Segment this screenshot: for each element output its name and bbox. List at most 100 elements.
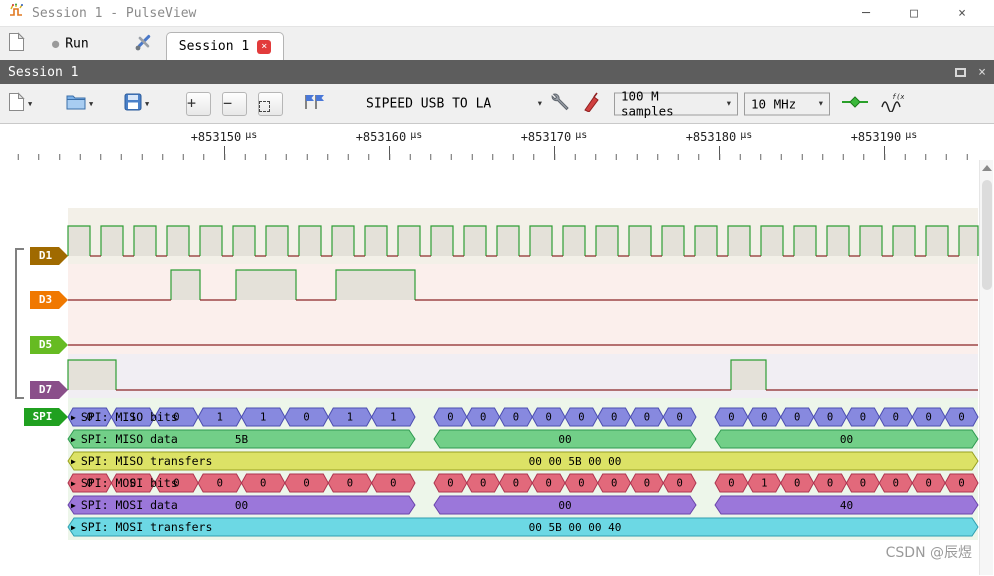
svg-text:00 5B 00 00 40: 00 5B 00 00 40 <box>529 521 622 534</box>
decoder-label-SPI[interactable]: SPI <box>24 408 68 426</box>
svg-text:0: 0 <box>728 412 734 424</box>
decoder-row-label[interactable]: ▶ SPI: MISO data <box>71 432 178 447</box>
decoder-row-label[interactable]: ▶ SPI: MOSI data <box>71 498 178 513</box>
svg-text:0: 0 <box>827 478 833 490</box>
zoom-fit-icon <box>259 100 270 112</box>
pulseview-logo-icon <box>8 3 24 23</box>
svg-text:00: 00 <box>558 499 571 512</box>
sample-count-value: 100 M samples <box>621 88 674 119</box>
add-decoder-button[interactable] <box>842 95 868 113</box>
decoder-row-label[interactable]: ▶ SPI: MOSI transfers <box>71 520 212 535</box>
pulseview-window: Session 1 - PulseView ─ □ × ● Run Sessio… <box>0 0 994 576</box>
svg-text:0: 0 <box>480 478 486 490</box>
new-view-icon <box>8 91 25 116</box>
sample-rate-select[interactable]: 10 MHz ▼ <box>744 92 830 115</box>
save-button[interactable]: ▼ <box>124 93 149 115</box>
tools-icon <box>134 32 154 56</box>
svg-text:0: 0 <box>611 478 617 490</box>
panel-title: Session 1 <box>8 64 79 80</box>
maximize-button[interactable]: □ <box>890 6 938 21</box>
svg-text:f(x): f(x) <box>892 93 904 101</box>
svg-text:0: 0 <box>611 412 617 424</box>
run-button[interactable]: ● Run <box>52 36 89 51</box>
svg-text:0: 0 <box>761 412 767 424</box>
chevron-down-icon: ▼ <box>537 99 542 108</box>
svg-text:0: 0 <box>644 478 650 490</box>
chevron-down-icon[interactable]: ▼ <box>28 100 32 108</box>
svg-text:0: 0 <box>893 478 899 490</box>
probe-icon <box>582 92 600 116</box>
svg-text:0: 0 <box>447 412 453 424</box>
svg-text:1: 1 <box>347 412 353 424</box>
watermark: CSDN @辰煜 <box>885 545 972 561</box>
svg-text:5B: 5B <box>235 433 249 446</box>
svg-text:0: 0 <box>578 412 584 424</box>
tab-close-icon[interactable]: × <box>257 39 272 54</box>
device-name: SIPEED USB TO LA <box>366 96 492 111</box>
add-math-signal-button[interactable]: f(x) <box>880 92 909 116</box>
scrollbar-thumb[interactable] <box>982 180 992 290</box>
svg-text:0: 0 <box>644 412 650 424</box>
svg-text:0: 0 <box>827 412 833 424</box>
select-channels-button[interactable] <box>582 92 600 116</box>
tab-session-1[interactable]: Session 1 × <box>166 32 284 60</box>
chevron-down-icon[interactable]: ▼ <box>145 100 149 108</box>
open-folder-icon <box>66 94 86 114</box>
svg-text:0: 0 <box>447 478 453 490</box>
svg-text:0: 0 <box>260 478 266 490</box>
float-panel-icon[interactable] <box>955 67 967 77</box>
cursor-flags-icon <box>302 93 326 115</box>
channel-group-bracket <box>15 248 24 399</box>
ruler-label: +853170 μs <box>520 130 588 144</box>
show-cursors-button[interactable] <box>302 93 326 115</box>
math-signal-icon: f(x) <box>880 92 909 116</box>
chevron-down-icon[interactable]: ▼ <box>89 100 93 108</box>
zoom-out-button[interactable]: − <box>222 91 247 116</box>
scroll-up-icon[interactable] <box>982 165 992 171</box>
svg-text:0: 0 <box>513 412 519 424</box>
session-panel-header: Session 1 × <box>0 60 994 84</box>
configure-device-button[interactable] <box>550 92 570 116</box>
svg-text:00: 00 <box>558 433 571 446</box>
decoder-tag-icon <box>842 95 868 113</box>
svg-text:0: 0 <box>728 478 734 490</box>
svg-text:0: 0 <box>794 412 800 424</box>
window-title: Session 1 - PulseView <box>32 5 197 21</box>
svg-text:00: 00 <box>840 433 853 446</box>
svg-text:00 00 5B 00 00: 00 00 5B 00 00 <box>529 455 622 468</box>
svg-text:0: 0 <box>676 478 682 490</box>
svg-text:0: 0 <box>303 412 309 424</box>
svg-text:0: 0 <box>958 412 964 424</box>
decoder-row-label[interactable]: ▶ SPI: MISO transfers <box>71 454 212 469</box>
zoom-in-button[interactable]: + <box>186 91 211 116</box>
new-view-button[interactable]: ▼ <box>8 91 32 116</box>
svg-text:0: 0 <box>545 478 551 490</box>
svg-text:0: 0 <box>578 478 584 490</box>
settings-button[interactable] <box>134 32 154 56</box>
decoder-row-label[interactable]: ▶ SPI: MISO bits <box>71 410 178 425</box>
run-state-icon: ● <box>52 36 60 51</box>
svg-text:0: 0 <box>390 478 396 490</box>
svg-text:0: 0 <box>347 478 353 490</box>
vertical-scrollbar[interactable] <box>979 160 993 575</box>
minimize-button[interactable]: ─ <box>842 6 890 21</box>
svg-text:0: 0 <box>480 412 486 424</box>
device-select[interactable]: SIPEED USB TO LA ▼ <box>366 96 542 111</box>
new-file-icon <box>8 31 25 56</box>
svg-text:0: 0 <box>860 478 866 490</box>
new-session-button[interactable] <box>8 31 25 56</box>
ruler-label: +853180 μs <box>685 130 753 144</box>
sample-count-select[interactable]: 100 M samples ▼ <box>614 89 738 119</box>
svg-text:1: 1 <box>390 412 396 424</box>
zoom-fit-button[interactable] <box>258 91 283 116</box>
close-button[interactable]: × <box>938 6 986 21</box>
decoder-row-label[interactable]: ▶ SPI: MOSI bits <box>71 476 178 491</box>
open-button[interactable]: ▼ <box>66 94 93 114</box>
svg-text:0: 0 <box>893 412 899 424</box>
chevron-down-icon: ▼ <box>726 99 731 108</box>
panel-close-icon[interactable]: × <box>978 65 986 80</box>
trace-area: 0 1 0 1 1 0 1 1 0 0 0 0 0 0 0 0 0 0 0 0 0 0 0 0 5B 00 00 00 00 5B 0… <box>0 124 994 576</box>
run-label: Run <box>65 36 89 51</box>
ruler-label: +853190 μs <box>850 130 918 144</box>
svg-text:1: 1 <box>217 412 223 424</box>
